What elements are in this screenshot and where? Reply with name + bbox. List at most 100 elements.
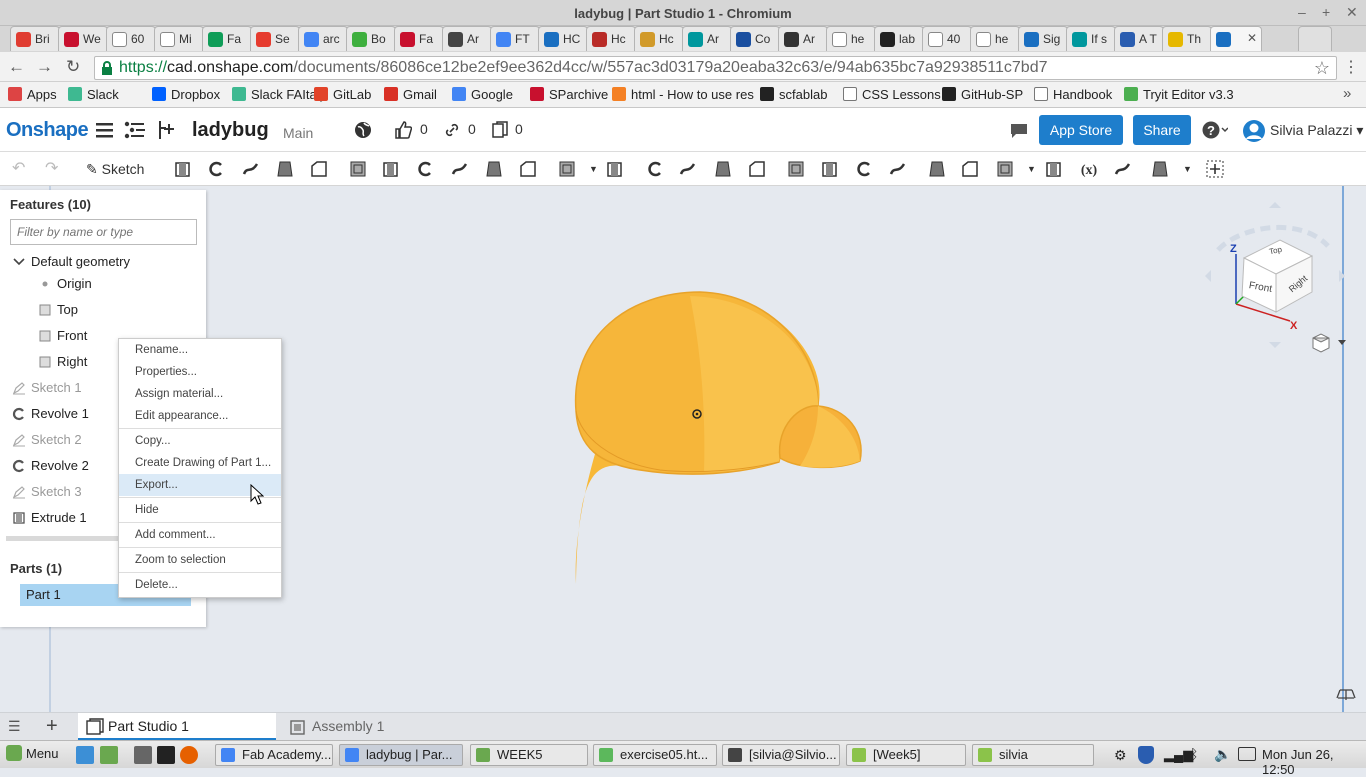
clock[interactable]: Mon Jun 26, 12:50 [1262,747,1366,777]
panel-scrollbar[interactable] [6,536,118,541]
taskbar-window-button[interactable]: silvia [972,744,1094,766]
insert-icon[interactable] [156,121,176,141]
move-face-icon[interactable] [854,159,874,179]
back-icon[interactable]: ← [8,57,25,77]
browser-tab[interactable]: HC [538,26,588,51]
bookmark-item[interactable]: CSS Lessons [843,87,941,102]
dropdown-caret-icon[interactable]: ▼ [589,164,598,174]
browser-tab[interactable]: 60 [106,26,156,51]
bookmark-item[interactable]: html - How to use res [612,87,754,102]
delete-face-icon[interactable] [820,159,840,179]
bookmark-item[interactable]: GitLab [314,87,371,102]
app-store-button[interactable]: App Store [1039,115,1123,145]
modify-fillet-icon[interactable] [786,159,806,179]
browser-tab[interactable]: 40 [922,26,972,51]
bookmark-item[interactable]: Slack FAItaly [232,87,326,102]
shield-icon[interactable] [1138,746,1154,764]
feature-item[interactable]: Extrude 1 [13,510,87,525]
feature-item[interactable]: Top [39,302,78,317]
feature-item[interactable]: Front [39,328,87,343]
bluetooth-icon[interactable]: ᛒ [1190,746,1198,762]
undo-icon[interactable]: ↶ [12,158,25,178]
maximize-icon[interactable]: + [1322,4,1330,20]
comments-icon[interactable] [1009,121,1029,139]
start-menu-button[interactable]: Menu [6,745,59,761]
feature-item[interactable]: Sketch 1 [12,380,82,395]
mate-connector-icon[interactable] [1044,159,1064,179]
offset-surface-icon[interactable] [927,159,947,179]
redo-icon[interactable]: ↷ [45,158,58,178]
browser-tab[interactable]: lab [874,26,924,51]
add-feature-icon[interactable] [1205,159,1225,179]
context-menu-item[interactable]: Add comment... [119,524,281,546]
plane-tool-icon[interactable] [960,159,980,179]
taskbar-window-button[interactable]: exercise05.ht... [593,744,717,766]
browser-tab[interactable]: Ar [442,26,492,51]
loft-tool-icon[interactable] [275,159,295,179]
shell-launcher-icon[interactable] [157,746,175,764]
close-window-icon[interactable]: ✕ [1346,4,1358,21]
reload-icon[interactable]: ↻ [66,57,80,77]
like-icon[interactable] [394,121,412,139]
feature-list-icon[interactable] [124,121,146,139]
feature-filter-input[interactable] [10,219,197,245]
boolean-tool-icon[interactable] [645,159,665,179]
transform-tool-icon[interactable] [713,159,733,179]
forward-icon[interactable]: → [36,57,53,77]
browser-tab[interactable]: Sig [1018,26,1068,51]
view-cube[interactable]: Top Front Right Z X [1205,202,1345,348]
add-element-icon[interactable]: + [46,715,58,738]
chevron-down-icon[interactable] [12,255,26,269]
terminal-launcher-icon[interactable] [134,746,152,764]
helix-tool-icon[interactable] [995,159,1015,179]
bookmark-item[interactable]: Tryit Editor v3.3 [1124,87,1234,102]
user-name[interactable]: Silvia Palazzi ▾ [1270,122,1363,139]
context-menu-item[interactable]: Assign material... [119,383,281,405]
bookmark-item[interactable]: Apps [8,87,57,102]
feature-item[interactable]: Sketch 2 [12,432,82,447]
bookmark-item[interactable]: SParchive [530,87,608,102]
context-menu-item[interactable]: Copy... [119,430,281,452]
feature-item[interactable]: Revolve 2 [12,458,89,473]
bookmark-item[interactable]: Dropbox [152,87,220,102]
pattern-tool-icon[interactable] [557,159,577,179]
tab-manager-icon[interactable]: ☰ [8,718,21,735]
close-tab-icon[interactable]: ✕ [1247,31,1257,45]
fillet-tool-icon[interactable] [348,159,368,179]
browser-tab[interactable]: Mi [154,26,204,51]
new-tab-button[interactable] [1298,26,1332,51]
variable-tool-icon[interactable]: (x) [1079,159,1099,179]
browser-tab[interactable]: Fa [202,26,252,51]
tab-assembly-1[interactable]: Assembly 1 [282,713,478,740]
rib-tool-icon[interactable] [450,159,470,179]
bookmark-item[interactable]: scfablab [760,87,827,102]
shell-tool-icon[interactable] [484,159,504,179]
link-icon[interactable] [444,122,460,138]
extrude-tool-icon[interactable] [173,159,193,179]
delete-part-icon[interactable] [747,159,767,179]
thicken-tool-icon[interactable] [309,159,329,179]
browser-tab[interactable]: We [58,26,108,51]
network-icon[interactable]: ⚙ [1114,747,1127,764]
section-view-icon[interactable] [1150,159,1170,179]
volume-icon[interactable]: 🔈 [1214,746,1231,763]
browser-tab[interactable]: If s [1066,26,1116,51]
tab-part-studio-1[interactable]: Part Studio 1 [78,713,276,740]
browser-tab[interactable]: A T [1114,26,1164,51]
taskbar-window-button[interactable]: ladybug | Par... [339,744,463,766]
workspace-branch[interactable]: Main [283,125,313,141]
browser-tab[interactable]: ✕ [1210,26,1262,51]
sweep-tool-icon[interactable] [241,159,261,179]
browser-tab[interactable]: Se [250,26,300,51]
mirror-tool-icon[interactable] [605,159,625,179]
replace-face-icon[interactable] [888,159,908,179]
ladybug-model[interactable] [574,291,862,584]
bookmark-item[interactable]: Google [452,87,513,102]
browser-tab[interactable]: arc [298,26,348,51]
context-menu-item[interactable]: Properties... [119,361,281,383]
feature-item[interactable]: Right [39,354,87,369]
browser-tab[interactable]: he [826,26,876,51]
document-name[interactable]: ladybug [192,119,269,142]
browser-tab[interactable]: Co [730,26,780,51]
feature-item[interactable]: Origin [42,276,92,291]
